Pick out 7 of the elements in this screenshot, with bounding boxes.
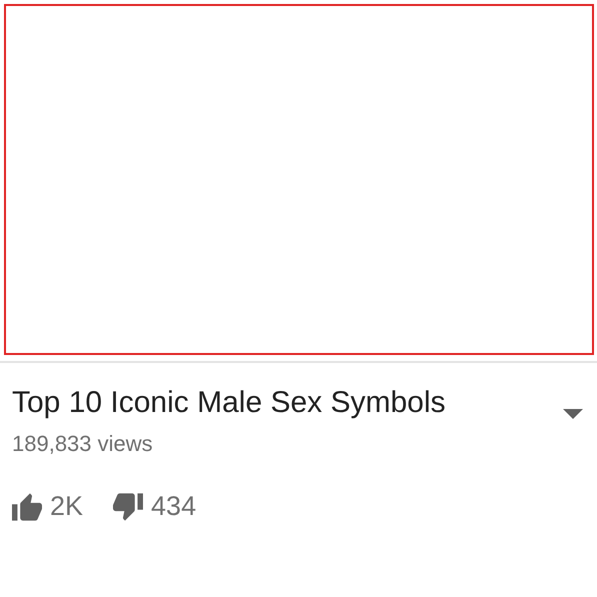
caret-icon[interactable] (563, 409, 583, 419)
like-button[interactable]: 2K (12, 491, 84, 522)
thumbs-down-icon (113, 492, 144, 520)
view-count: 189,833 views (12, 431, 154, 457)
video-title: Top 10 Iconic Male Sex Symbols (12, 385, 446, 421)
thumbs-up-icon (12, 492, 42, 520)
dislike-button[interactable]: 434 (113, 491, 196, 522)
